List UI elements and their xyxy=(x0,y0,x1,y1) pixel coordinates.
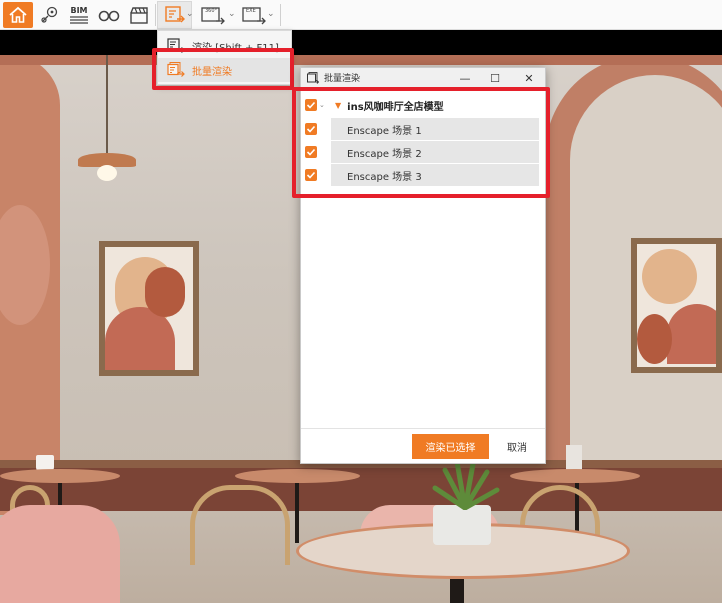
left-artwork-frame xyxy=(99,241,199,376)
cup xyxy=(566,445,582,471)
dialog-title: 批量渲染 xyxy=(324,74,361,84)
list-lines-icon xyxy=(70,15,88,24)
export-caret-icon[interactable]: ⌄ xyxy=(267,9,275,19)
succulent-plant xyxy=(432,460,500,510)
viewport-header-strip xyxy=(0,30,722,55)
batch-render-icon xyxy=(307,71,319,84)
export-button[interactable]: EXE xyxy=(240,2,268,28)
panorama-caret-icon[interactable]: ⌄ xyxy=(228,9,236,19)
dialog-titlebar[interactable]: 批量渲染 — ☐ ✕ xyxy=(301,68,545,88)
bim-button[interactable]: BIM xyxy=(66,2,92,28)
binoculars-icon xyxy=(98,10,120,22)
left-artwork xyxy=(105,247,193,370)
dialog-footer: 渲染已选择 取消 xyxy=(301,428,545,463)
minimize-button[interactable]: — xyxy=(456,70,474,86)
table-pedestal xyxy=(450,579,464,603)
vr-button[interactable] xyxy=(96,2,122,28)
panorama-button[interactable]: 360° xyxy=(199,2,227,28)
right-artwork xyxy=(637,244,716,367)
home-button[interactable] xyxy=(3,2,33,28)
table-top xyxy=(235,469,360,483)
table-top xyxy=(0,469,120,483)
highlight-box-menu xyxy=(152,48,294,90)
lamp-bulb xyxy=(97,165,117,181)
toolbar-separator xyxy=(280,4,281,26)
location-pin-icon xyxy=(41,6,58,23)
cancel-button[interactable]: 取消 xyxy=(497,434,537,459)
location-button[interactable] xyxy=(38,2,62,28)
export-icon-text: EXE xyxy=(246,8,256,14)
close-button[interactable]: ✕ xyxy=(520,70,538,86)
panorama-icon-text: 360° xyxy=(205,8,218,14)
toolbar-separator xyxy=(155,4,156,26)
highlight-box-tree xyxy=(292,87,550,198)
lamp-cord xyxy=(106,55,108,155)
render-selected-button[interactable]: 渲染已选择 xyxy=(412,434,489,459)
table-leg xyxy=(295,483,299,543)
video-button[interactable] xyxy=(126,2,152,28)
plant-pot xyxy=(433,505,491,545)
bim-label: BIM xyxy=(70,5,88,15)
render-icon xyxy=(165,6,185,23)
ceiling-beam xyxy=(0,55,722,65)
home-icon xyxy=(9,6,27,23)
pink-armchair xyxy=(0,505,120,603)
table-top xyxy=(510,469,640,483)
render-caret-icon[interactable]: ⌄ xyxy=(186,9,194,19)
wooden-chair xyxy=(190,485,290,565)
clapperboard-icon xyxy=(130,7,148,24)
maximize-button[interactable]: ☐ xyxy=(486,70,504,86)
right-artwork-frame xyxy=(631,238,722,373)
main-toolbar: BIM ⌄ 360° ⌄ EXE ⌄ xyxy=(0,0,722,30)
